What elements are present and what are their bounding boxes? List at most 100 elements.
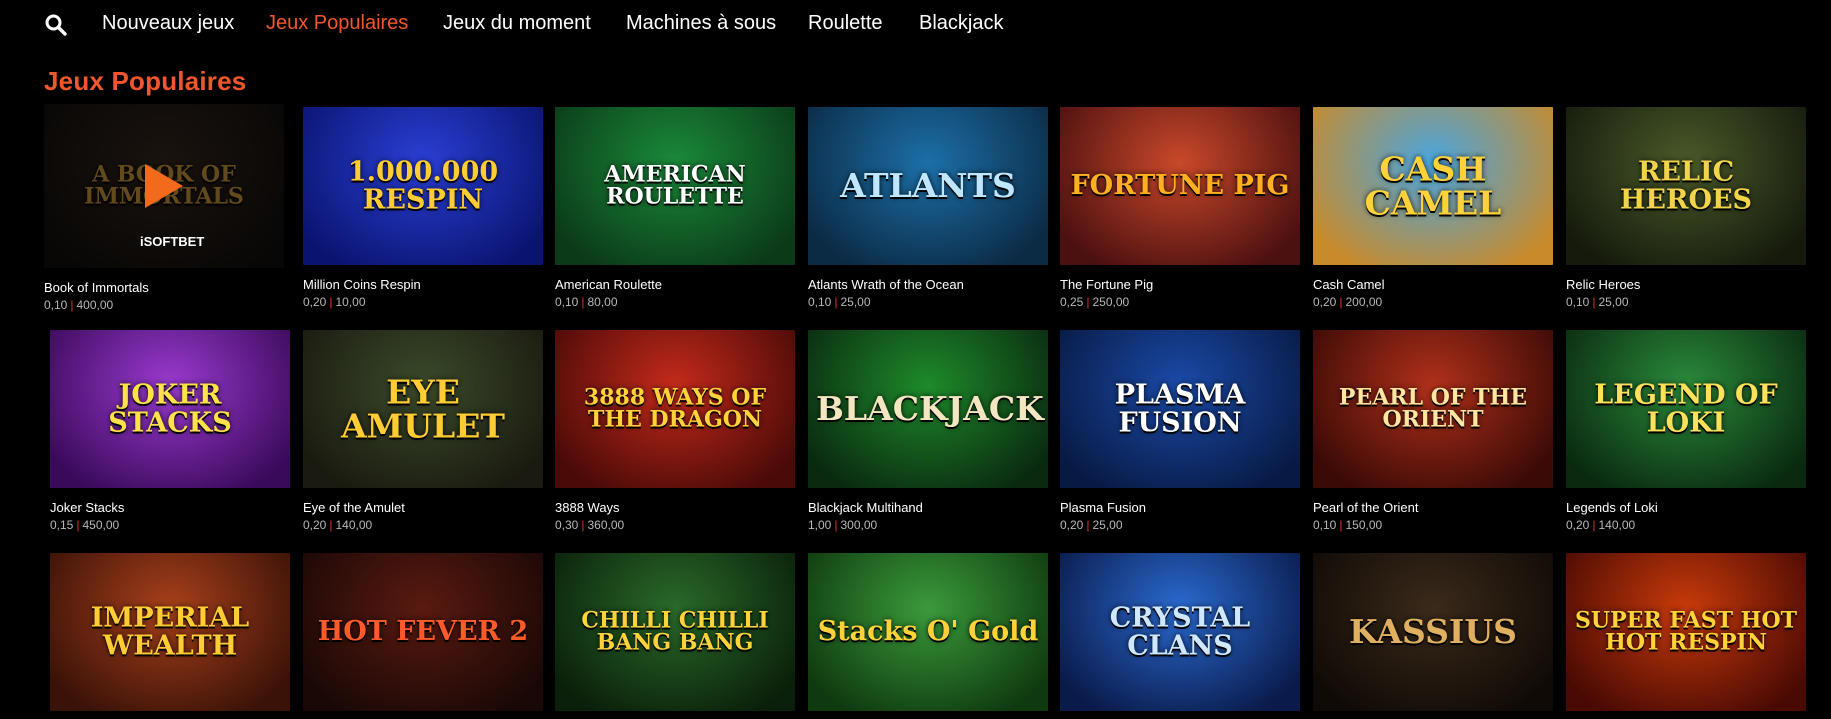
- max-bet: 10,00: [335, 295, 366, 309]
- game-logo: KASSIUS: [1349, 612, 1517, 652]
- bet-range: 0,20 | 140,00: [1566, 518, 1806, 532]
- nav-item-jeux-du-moment[interactable]: Jeux du moment: [443, 12, 591, 35]
- game-card[interactable]: AMERICAN ROULETTE American Roulette 0,10 | 8…: [555, 107, 795, 309]
- provider-logo: iSOFTBET: [140, 234, 205, 249]
- bet-separator: |: [329, 295, 333, 309]
- nav-item-roulette[interactable]: Roulette: [808, 12, 883, 35]
- bet-range: 0,30 | 360,00: [555, 518, 795, 532]
- max-bet: 25,00: [1598, 295, 1629, 309]
- nav-item-blackjack[interactable]: Blackjack: [919, 12, 1003, 35]
- max-bet: 150,00: [1345, 518, 1383, 532]
- game-logo: SUPER FAST HOT HOT RESPIN: [1575, 607, 1797, 656]
- game-card[interactable]: 1.000.000 RESPIN Million Coins Respin 0,20…: [303, 107, 543, 309]
- game-thumbnail[interactable]: AMERICAN ROULETTE: [555, 107, 795, 265]
- game-logo: IMPERIAL WEALTH: [90, 602, 250, 661]
- game-logo: RELIC HEROES: [1619, 156, 1753, 215]
- game-title: Plasma Fusion: [1060, 500, 1146, 515]
- bet-range: 0,10 | 80,00: [555, 295, 795, 309]
- game-thumbnail[interactable]: BLACKJACK: [808, 330, 1048, 488]
- game-logo: ATLANTS: [840, 166, 1016, 206]
- game-thumbnail[interactable]: Stacks O' Gold: [808, 553, 1048, 711]
- bet-range: 0,15 | 450,00: [50, 518, 290, 532]
- bet-separator: |: [834, 295, 838, 309]
- bet-range: 0,20 | 140,00: [303, 518, 543, 532]
- game-thumbnail[interactable]: 3888 WAYS OF THE DRAGON: [555, 330, 795, 488]
- game-logo: FORTUNE PIG: [1070, 170, 1290, 202]
- game-card[interactable]: FORTUNE PIG The Fortune Pig 0,25 | 250,00: [1060, 107, 1300, 309]
- game-thumbnail[interactable]: PLASMA FUSION: [1060, 330, 1300, 488]
- game-logo: 3888 WAYS OF THE DRAGON: [583, 384, 767, 433]
- game-logo: CASH CAMEL: [1364, 149, 1502, 222]
- game-thumbnail[interactable]: KASSIUS: [1313, 553, 1553, 711]
- game-thumbnail[interactable]: CRYSTAL CLANS: [1060, 553, 1300, 711]
- max-bet: 140,00: [335, 518, 373, 532]
- bet-range: 0,25 | 250,00: [1060, 295, 1300, 309]
- game-card[interactable]: CRYSTAL CLANS: [1060, 553, 1300, 711]
- game-card[interactable]: PEARL OF THE ORIENT Pearl of the Orient 0,…: [1313, 330, 1553, 532]
- game-card[interactable]: RELIC HEROES Relic Heroes 0,10 | 25,00: [1566, 107, 1806, 309]
- game-title: Eye of the Amulet: [303, 500, 405, 515]
- game-thumbnail[interactable]: SUPER FAST HOT HOT RESPIN: [1566, 553, 1806, 711]
- search-icon[interactable]: [44, 13, 68, 37]
- game-logo: LEGEND OF LOKI: [1594, 379, 1778, 438]
- max-bet: 200,00: [1345, 295, 1383, 309]
- game-card[interactable]: CASH CAMEL Cash Camel 0,20 | 200,00: [1313, 107, 1553, 309]
- bet-separator: |: [70, 298, 74, 312]
- max-bet: 360,00: [587, 518, 625, 532]
- game-thumbnail[interactable]: 1.000.000 RESPIN: [303, 107, 543, 265]
- game-thumbnail[interactable]: RELIC HEROES: [1566, 107, 1806, 265]
- bet-range: 0,20 | 25,00: [1060, 518, 1300, 532]
- game-logo: CRYSTAL CLANS: [1109, 602, 1251, 661]
- min-bet: 0,25: [1060, 295, 1084, 309]
- game-card[interactable]: SUPER FAST HOT HOT RESPIN: [1566, 553, 1806, 711]
- game-card[interactable]: EYE AMULET Eye of the Amulet 0,20 | 140,00: [303, 330, 543, 532]
- game-logo: Stacks O' Gold: [817, 616, 1039, 648]
- game-card[interactable]: Stacks O' Gold: [808, 553, 1048, 711]
- game-card[interactable]: JOKER STACKS Joker Stacks 0,15 | 450,00: [50, 330, 290, 532]
- game-thumbnail[interactable]: JOKER STACKS: [50, 330, 290, 488]
- game-logo: HOT FEVER 2: [317, 616, 529, 648]
- game-thumbnail[interactable]: HOT FEVER 2: [303, 553, 543, 711]
- game-logo: BLACKJACK: [816, 389, 1044, 429]
- nav-item-machines-a-sous[interactable]: Machines à sous: [626, 12, 776, 35]
- game-card[interactable]: LEGEND OF LOKI Legends of Loki 0,20 | 140,00: [1566, 330, 1806, 532]
- game-card[interactable]: IMPERIAL WEALTH: [50, 553, 290, 711]
- game-thumbnail[interactable]: CASH CAMEL: [1313, 107, 1553, 265]
- play-icon[interactable]: [145, 164, 183, 208]
- bet-range: 1,00 | 300,00: [808, 518, 1048, 532]
- game-card[interactable]: CHILLI CHILLI BANG BANG: [555, 553, 795, 711]
- game-card[interactable]: KASSIUS: [1313, 553, 1553, 711]
- min-bet: 0,20: [303, 518, 327, 532]
- game-thumbnail[interactable]: LEGEND OF LOKI: [1566, 330, 1806, 488]
- game-thumbnail[interactable]: ATLANTS: [808, 107, 1048, 265]
- top-navigation: Nouveaux jeux Jeux Populaires Jeux du mo…: [0, 0, 1831, 50]
- game-title: Blackjack Multihand: [808, 500, 923, 515]
- max-bet: 80,00: [587, 295, 618, 309]
- game-card[interactable]: 3888 WAYS OF THE DRAGON 3888 Ways 0,30 | 360…: [555, 330, 795, 532]
- nav-item-nouveaux-jeux[interactable]: Nouveaux jeux: [102, 12, 234, 35]
- nav-item-jeux-populaires[interactable]: Jeux Populaires: [266, 12, 408, 35]
- game-logo: 1.000.000 RESPIN: [347, 156, 499, 215]
- game-card[interactable]: PLASMA FUSION Plasma Fusion 0,20 | 25,00: [1060, 330, 1300, 532]
- game-logo: EYE AMULET: [341, 372, 505, 445]
- game-thumbnail[interactable]: FORTUNE PIG: [1060, 107, 1300, 265]
- game-thumbnail[interactable]: A BOOK OF IMMORTALS iSOFTBET: [44, 104, 284, 268]
- min-bet: 0,10: [808, 295, 832, 309]
- game-logo: PEARL OF THE ORIENT: [1338, 384, 1528, 433]
- bet-separator: |: [1592, 518, 1596, 532]
- min-bet: 0,15: [50, 518, 74, 532]
- min-bet: 0,10: [1566, 295, 1590, 309]
- game-thumbnail[interactable]: CHILLI CHILLI BANG BANG: [555, 553, 795, 711]
- game-card[interactable]: ATLANTS Atlants Wrath of the Ocean 0,10 | 25…: [808, 107, 1048, 309]
- game-title: 3888 Ways: [555, 500, 620, 515]
- game-thumbnail[interactable]: IMPERIAL WEALTH: [50, 553, 290, 711]
- bet-separator: |: [76, 518, 80, 532]
- game-title: The Fortune Pig: [1060, 277, 1154, 292]
- game-thumbnail[interactable]: EYE AMULET: [303, 330, 543, 488]
- bet-range: 0,20 | 10,00: [303, 295, 543, 309]
- game-card[interactable]: A BOOK OF IMMORTALS iSOFTBET Book of Immor…: [44, 104, 284, 312]
- game-card[interactable]: HOT FEVER 2: [303, 553, 543, 711]
- game-logo: AMERICAN ROULETTE: [604, 161, 746, 210]
- game-card[interactable]: BLACKJACK Blackjack Multihand 1,00 | 300,00: [808, 330, 1048, 532]
- game-thumbnail[interactable]: PEARL OF THE ORIENT: [1313, 330, 1553, 488]
